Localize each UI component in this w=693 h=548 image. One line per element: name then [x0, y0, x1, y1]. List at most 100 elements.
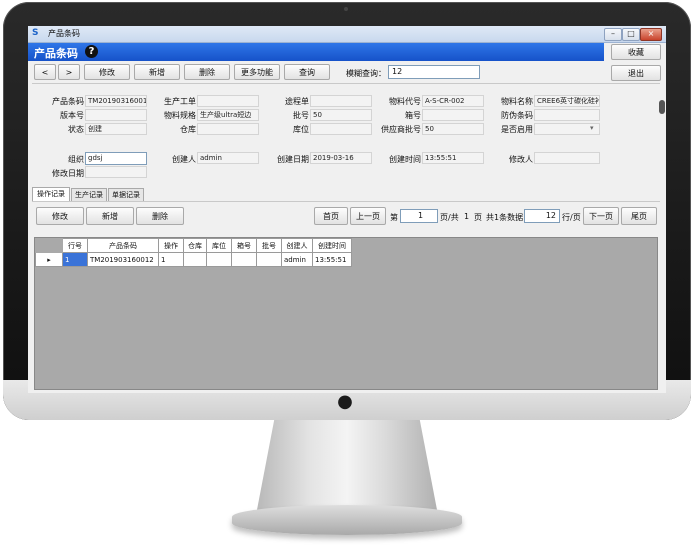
tab-operation-log[interactable]: 操作记录 — [32, 187, 70, 201]
page-number-input[interactable]: 1 — [400, 209, 438, 223]
more-functions-button[interactable]: 更多功能 — [234, 64, 280, 80]
column-header[interactable]: 箱号 — [231, 238, 257, 253]
favorite-button[interactable]: 收藏 — [611, 44, 661, 60]
table-cell[interactable]: 1 — [62, 252, 88, 267]
table-header-row: 行号 产品条码 操作 仓库 库位 箱号 批号 创建人 创建时间 — [35, 238, 352, 253]
fuzzy-search-label: 模糊查询： — [346, 69, 386, 78]
last-page-button[interactable]: 尾页 — [621, 207, 657, 225]
minimize-button[interactable]: – — [604, 28, 622, 41]
column-header[interactable]: 批号 — [256, 238, 282, 253]
column-header[interactable]: 创建人 — [281, 238, 313, 253]
status-label: 状态 — [68, 125, 84, 134]
process-label: 途程单 — [285, 97, 309, 106]
creator-field[interactable]: admin — [197, 152, 259, 164]
divider — [32, 83, 660, 84]
column-header[interactable]: 仓库 — [183, 238, 207, 253]
close-button[interactable]: × — [640, 28, 662, 41]
location-field[interactable] — [310, 123, 372, 135]
table-cell[interactable] — [206, 252, 232, 267]
sub-delete-button[interactable]: 删除 — [136, 207, 184, 225]
table-cell[interactable] — [231, 252, 257, 267]
table-cell[interactable] — [256, 252, 282, 267]
table-cell[interactable]: admin — [281, 252, 313, 267]
sub-add-button[interactable]: 新增 — [86, 207, 134, 225]
table-cell[interactable]: TM201903160012 — [87, 252, 159, 267]
box-label: 箱号 — [405, 111, 421, 120]
modify-date-label: 修改日期 — [52, 169, 84, 178]
table-cell[interactable] — [183, 252, 207, 267]
org-field[interactable]: gdsj — [85, 152, 147, 165]
next-record-button[interactable]: > — [58, 64, 80, 80]
create-time-field[interactable]: 13:55:51 — [422, 152, 484, 164]
next-page-button[interactable]: 下一页 — [583, 207, 619, 225]
column-header[interactable]: 行号 — [62, 238, 88, 253]
create-time-label: 创建时间 — [389, 155, 421, 164]
enabled-label: 是否启用 — [501, 125, 533, 134]
operation-log-grid[interactable]: 行号 产品条码 操作 仓库 库位 箱号 批号 创建人 创建时间 ▸ 1 TM20… — [34, 237, 658, 390]
row-indicator-icon: ▸ — [35, 252, 63, 267]
process-field[interactable] — [310, 95, 372, 107]
query-button[interactable]: 查询 — [284, 64, 330, 80]
apple-logo-icon: ● — [337, 391, 353, 412]
material-code-field[interactable]: A-S-CR-002 — [422, 95, 484, 107]
data-table: 行号 产品条码 操作 仓库 库位 箱号 批号 创建人 创建时间 ▸ 1 TM20… — [35, 238, 352, 267]
tab-divider — [32, 201, 660, 202]
prev-page-button[interactable]: 上一页 — [350, 207, 386, 225]
column-header[interactable]: 产品条码 — [87, 238, 159, 253]
warehouse-field[interactable] — [197, 123, 259, 135]
monitor-stand-base — [232, 505, 462, 535]
material-name-field[interactable]: CREE6英寸碳化硅衬 — [534, 95, 600, 107]
help-icon[interactable]: ? — [85, 45, 98, 58]
barcode-label: 产品条码 — [52, 97, 84, 106]
tab-production-log[interactable]: 生产记录 — [71, 188, 107, 201]
column-header[interactable]: 操作 — [158, 238, 184, 253]
spec-label: 物料规格 — [164, 111, 196, 120]
location-label: 库位 — [293, 125, 309, 134]
page-size-input[interactable]: 12 — [524, 209, 560, 223]
module-header: 产品条码 ? — [28, 43, 604, 61]
page-of-label: 页/共 — [440, 213, 459, 222]
total-rows: 共1条数据 — [486, 213, 524, 222]
supplier-batch-label: 供应商批号 — [381, 125, 421, 134]
table-cell[interactable]: 1 — [158, 252, 184, 267]
row-indicator-header — [35, 238, 63, 253]
box-field[interactable] — [422, 109, 484, 121]
modify-date-field[interactable] — [85, 166, 147, 178]
org-label: 组织 — [68, 155, 84, 164]
page-unit: 页 — [474, 213, 482, 222]
create-date-field[interactable]: 2019-03-16 — [310, 152, 372, 164]
barcode-field[interactable]: TM201903160012 — [85, 95, 147, 107]
supplier-batch-field[interactable]: 50 — [422, 123, 484, 135]
spec-field[interactable]: 生产级ultra短边 — [197, 109, 259, 121]
column-header[interactable]: 库位 — [206, 238, 232, 253]
table-cell[interactable]: 13:55:51 — [312, 252, 352, 267]
status-field[interactable]: 创建 — [85, 123, 147, 135]
version-label: 版本号 — [60, 111, 84, 120]
scrollbar-thumb[interactable] — [659, 100, 665, 114]
modifier-field[interactable] — [534, 152, 600, 164]
batch-field[interactable]: 50 — [310, 109, 372, 121]
edit-button[interactable]: 修改 — [84, 64, 130, 80]
page-prefix: 第 — [390, 213, 398, 222]
tab-document-log[interactable]: 单据记录 — [108, 188, 144, 201]
anti-fake-field[interactable] — [534, 109, 600, 121]
chevron-down-icon[interactable]: ▾ — [590, 124, 594, 132]
workorder-field[interactable] — [197, 95, 259, 107]
version-field[interactable] — [85, 109, 147, 121]
camera-dot — [344, 7, 348, 11]
prev-record-button[interactable]: < — [34, 64, 56, 80]
add-button[interactable]: 新增 — [134, 64, 180, 80]
create-date-label: 创建日期 — [277, 155, 309, 164]
exit-button[interactable]: 退出 — [611, 65, 661, 81]
monitor-stand — [256, 420, 438, 515]
total-pages: 1 — [464, 212, 470, 221]
fuzzy-search-input[interactable]: 12 — [388, 65, 480, 79]
delete-button[interactable]: 删除 — [184, 64, 230, 80]
batch-label: 批号 — [293, 111, 309, 120]
column-header[interactable]: 创建时间 — [312, 238, 352, 253]
sub-edit-button[interactable]: 修改 — [36, 207, 84, 225]
maximize-button[interactable]: □ — [622, 28, 640, 41]
table-row[interactable]: ▸ 1 TM201903160012 1 admin 13:55:51 — [35, 252, 352, 267]
page-title: 产品条码 — [34, 47, 78, 60]
first-page-button[interactable]: 首页 — [314, 207, 348, 225]
